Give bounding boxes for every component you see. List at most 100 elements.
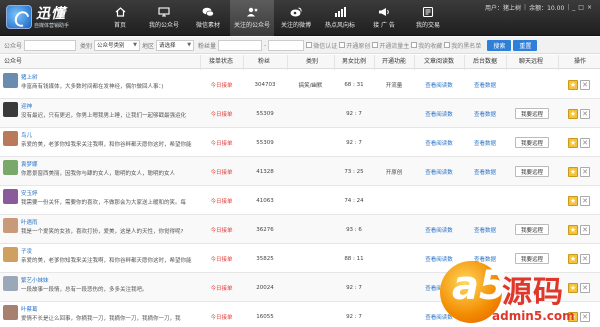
view-data-link[interactable]: 查看数据 bbox=[464, 128, 506, 157]
header-account[interactable]: 公众号 bbox=[4, 55, 44, 69]
checkbox-traffic-owner[interactable]: 开通流量主 bbox=[372, 41, 409, 50]
nav-wechat-material[interactable]: 微信素材 bbox=[186, 0, 230, 36]
account-cell: 鸟儿 亲爱的美，老爹你知我来关注我啊，和你谷畔都天愿你这时，希望你能 bbox=[3, 130, 198, 150]
view-reads-link[interactable]: 查看阅读数 bbox=[414, 128, 464, 157]
minimize-button[interactable]: _ bbox=[572, 4, 575, 11]
favorite-star-icon[interactable]: ★ bbox=[568, 79, 578, 90]
header-category[interactable]: 类别 bbox=[290, 55, 334, 69]
category-value bbox=[287, 128, 334, 157]
favorite-star-icon[interactable]: ★ bbox=[568, 137, 578, 148]
checkbox-original[interactable]: 开通原创 bbox=[339, 41, 370, 50]
nav-followed-accounts[interactable]: 关注的公众号 bbox=[230, 0, 274, 36]
account-search-input[interactable] bbox=[24, 39, 77, 51]
account-name[interactable]: 袁梦娜 bbox=[21, 160, 38, 168]
block-icon[interactable]: ✕ bbox=[580, 137, 590, 148]
avatar[interactable] bbox=[3, 218, 18, 233]
account-name[interactable]: 猪上树 bbox=[21, 73, 38, 81]
view-reads-link[interactable]: 查看阅读数 bbox=[414, 70, 464, 99]
favorite-star-icon[interactable]: ★ bbox=[568, 195, 578, 206]
header-chat-remote[interactable]: 聊天远程 bbox=[506, 55, 556, 69]
table-row[interactable]: 鸟儿 亲爱的美，老爹你知我来关注我啊，和你谷畔都天愿你这时，希望你能 今日接单 553… bbox=[0, 128, 600, 157]
account-name[interactable]: 安玉婷 bbox=[21, 189, 38, 197]
fans-max-input[interactable] bbox=[268, 39, 305, 51]
view-data-link[interactable]: 查看数据 bbox=[464, 70, 506, 99]
nav-accept-ads[interactable]: 接 广 告 bbox=[362, 0, 406, 36]
header-article-reads[interactable]: 文章阅读数 bbox=[414, 55, 464, 69]
remote-chat-button[interactable]: 我要远程 bbox=[514, 224, 549, 235]
chat-cell: 我要远程 bbox=[506, 215, 558, 244]
nav-my-accounts[interactable]: 我的公众号 bbox=[142, 0, 186, 36]
view-reads-link[interactable]: 查看阅读数 bbox=[414, 99, 464, 128]
block-icon[interactable]: ✕ bbox=[580, 166, 590, 177]
header-gender-ratio[interactable]: 男女比例 bbox=[334, 55, 374, 69]
table-row[interactable]: 安玉婷 我需要一份关怀，需要你的喜欢，不做那会为大家送上暖和的笑。每 今日接单 410… bbox=[0, 186, 600, 215]
checkbox-favorites[interactable]: 我的收藏 bbox=[411, 41, 442, 50]
reset-button[interactable]: 重置 bbox=[513, 39, 538, 51]
features-value: 开原创 bbox=[385, 169, 403, 176]
checkbox-box bbox=[444, 42, 451, 48]
block-icon[interactable]: ✕ bbox=[580, 108, 590, 119]
nav-label: 关注的微博 bbox=[280, 22, 311, 29]
block-icon[interactable]: ✕ bbox=[580, 79, 590, 90]
account-name[interactable]: 叶遇雨 bbox=[21, 218, 38, 226]
fans-count: 55309 bbox=[256, 139, 274, 146]
avatar[interactable] bbox=[3, 276, 18, 291]
header-actions: 操作 bbox=[573, 58, 586, 65]
account-cell: 繁艺小妹妹 一段故事一段情，总有一段悲伤的，多多关注我吧。 bbox=[3, 275, 198, 295]
account-name[interactable]: 繁艺小妹妹 bbox=[21, 276, 49, 284]
nav-my-trades[interactable]: 我的交易 bbox=[406, 0, 450, 36]
table-row[interactable]: 叶遇雨 我是一个爱笑的女孩，喜欢打扮，爱美，这是人的天性，你觉得呢? 今日接单 362… bbox=[0, 215, 600, 244]
avatar[interactable] bbox=[3, 102, 18, 117]
fans-min-input[interactable] bbox=[218, 39, 263, 51]
view-data-link[interactable]: 查看数据 bbox=[464, 99, 506, 128]
favorite-star-icon[interactable]: ★ bbox=[568, 108, 578, 119]
nav-followed-weibo[interactable]: 关注的微博 bbox=[274, 0, 318, 36]
header-order-status[interactable]: 接单状态 bbox=[201, 55, 241, 69]
favorite-star-icon[interactable]: ★ bbox=[568, 166, 578, 177]
view-reads-link[interactable]: 查看阅读数 bbox=[414, 157, 464, 186]
search-button[interactable]: 搜索 bbox=[487, 39, 512, 51]
account-name[interactable]: 叶蔡葛 bbox=[21, 305, 38, 313]
nav-home[interactable]: 首页 bbox=[98, 0, 142, 36]
category-select[interactable]: 公众号类别 ▼ bbox=[94, 39, 141, 51]
avatar[interactable] bbox=[3, 131, 18, 146]
remote-chat-button[interactable]: 我要远程 bbox=[514, 137, 549, 148]
avatar[interactable] bbox=[3, 247, 18, 262]
view-reads-link[interactable] bbox=[414, 186, 464, 215]
view-data-link[interactable]: 查看数据 bbox=[464, 215, 506, 244]
header-fans[interactable]: 粉丝 bbox=[244, 55, 284, 69]
header-features[interactable]: 开通功能 bbox=[374, 55, 414, 69]
account-description: 你愿景窗西美丽，因我你与肆的女人，聪明的女人，聪明的女人 bbox=[21, 171, 176, 177]
region-select[interactable]: 请选择 ▼ bbox=[156, 39, 195, 51]
user-label[interactable]: 用户：猪上树 bbox=[485, 3, 521, 12]
account-description: 亲爱的美，老爹你知我来关注我啊，和你谷畔都天愿你这时，希望你能 bbox=[21, 258, 192, 264]
maximize-button[interactable]: □ bbox=[578, 4, 584, 11]
checkbox-blacklist[interactable]: 我的黑名单 bbox=[444, 41, 481, 50]
account-name[interactable]: 迎神 bbox=[21, 102, 32, 110]
avatar[interactable] bbox=[3, 305, 18, 320]
nav-hot-trends[interactable]: 热点风向标 bbox=[318, 0, 362, 36]
close-button[interactable]: × bbox=[587, 4, 592, 11]
remote-chat-button[interactable]: 我要远程 bbox=[514, 166, 549, 177]
favorite-star-icon[interactable]: ★ bbox=[568, 224, 578, 235]
table-row[interactable]: 迎神 没有最迟，只有更迟，你男上嗯我男上睡，让我们一起够戳最强运化 今日接单 5530… bbox=[0, 99, 600, 128]
avatar[interactable] bbox=[3, 73, 18, 88]
checkbox-verified[interactable]: 微信认证 bbox=[306, 41, 337, 50]
remote-chat-button[interactable]: 我要远程 bbox=[514, 108, 549, 119]
header-backend-data[interactable]: 后台数据 bbox=[464, 55, 506, 69]
checkbox-box bbox=[306, 42, 313, 48]
view-data-link[interactable] bbox=[464, 186, 506, 215]
block-icon[interactable]: ✕ bbox=[580, 195, 590, 206]
avatar[interactable] bbox=[3, 189, 18, 204]
account-name[interactable]: 子凌 bbox=[21, 247, 32, 255]
view-reads-link[interactable]: 查看阅读数 bbox=[414, 215, 464, 244]
avatar[interactable] bbox=[3, 160, 18, 175]
table-row[interactable]: 袁梦娜 你愿景窗西美丽，因我你与肆的女人，聪明的女人，聪明的女人 今日接单 41328… bbox=[0, 157, 600, 186]
checkbox-box bbox=[411, 42, 418, 48]
gender-ratio: 74 : 24 bbox=[344, 197, 364, 204]
account-name[interactable]: 鸟儿 bbox=[21, 131, 32, 139]
table-row[interactable]: 猪上树 非富商有钱媒体，大多数时间都在发神经，偶尔做回人事：) 今日接单 304703… bbox=[0, 70, 600, 99]
checkbox-label: 开通流量主 bbox=[379, 42, 410, 50]
block-icon[interactable]: ✕ bbox=[580, 224, 590, 235]
view-data-link[interactable]: 查看数据 bbox=[464, 157, 506, 186]
